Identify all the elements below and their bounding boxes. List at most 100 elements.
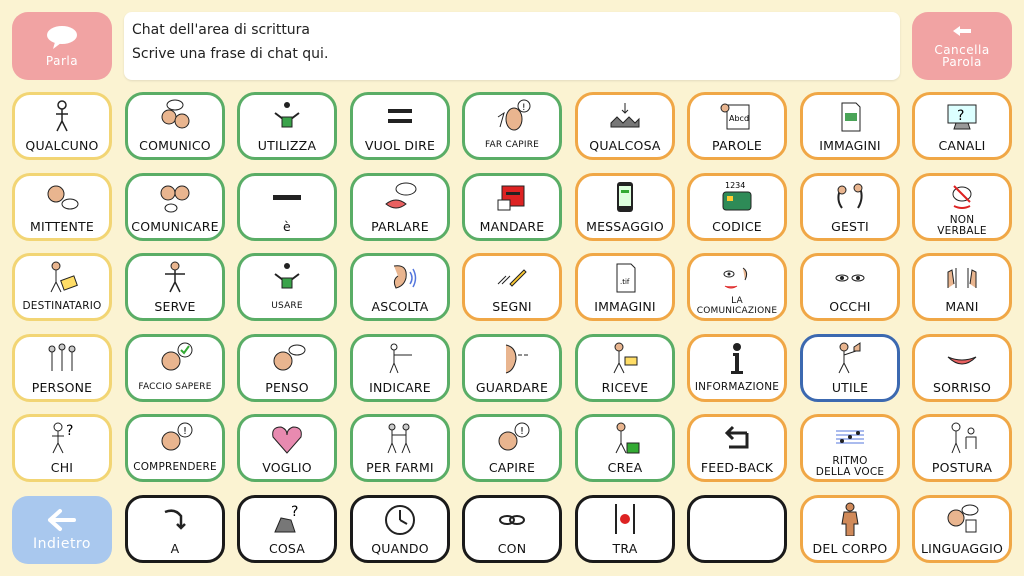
symbol-label: PERSONE bbox=[31, 379, 93, 395]
symbol-button[interactable]: POSTURA bbox=[912, 414, 1012, 482]
thumbs-up-icon bbox=[810, 341, 890, 375]
between-icon bbox=[585, 502, 665, 536]
speak-button-label: Parla bbox=[45, 54, 79, 68]
clear-word-button[interactable]: Cancella Parola bbox=[912, 12, 1012, 80]
tif-file-icon: .tif bbox=[585, 260, 665, 294]
symbol-button[interactable]: CREA bbox=[575, 414, 675, 482]
symbol-button[interactable]: LINGUAGGIO bbox=[912, 495, 1012, 563]
symbol-button[interactable]: è bbox=[237, 173, 337, 241]
symbol-button[interactable]: USARE bbox=[237, 253, 337, 321]
symbol-label: CON bbox=[497, 540, 527, 556]
symbol-button[interactable]: OCCHI bbox=[800, 253, 900, 321]
face-look-icon bbox=[472, 341, 552, 375]
symbol-label: RICEVE bbox=[601, 379, 649, 395]
symbol-label: DESTINATARIO bbox=[22, 299, 102, 312]
symbol-button[interactable]: ? CANALI bbox=[912, 92, 1012, 160]
chat-input-area[interactable]: Chat dell'area di scrittura Scrive una f… bbox=[124, 12, 900, 80]
symbol-label: FAR CAPIRE bbox=[484, 140, 540, 150]
equals-icon bbox=[360, 99, 440, 133]
symbol-button[interactable]: VOGLIO bbox=[237, 414, 337, 482]
symbol-button[interactable]: SERVE bbox=[125, 253, 225, 321]
svg-text:Abcd: Abcd bbox=[729, 114, 749, 123]
symbol-button[interactable]: GESTI bbox=[800, 173, 900, 241]
symbol-button[interactable]: PER FARMI bbox=[350, 414, 450, 482]
symbol-label bbox=[690, 535, 784, 560]
symbol-label: PAROLE bbox=[712, 137, 762, 153]
symbol-label: GUARDARE bbox=[475, 379, 549, 395]
symbol-button[interactable]: INDICARE bbox=[350, 334, 450, 402]
symbol-button[interactable]: MESSAGGIO bbox=[575, 173, 675, 241]
symbol-button[interactable]: ? COSA bbox=[237, 495, 337, 563]
symbol-button[interactable]: FACCIO SAPERE bbox=[125, 334, 225, 402]
chat-line-1: Chat dell'area di scrittura bbox=[132, 22, 311, 38]
symbol-button[interactable]: PERSONE bbox=[12, 334, 112, 402]
thing-question-icon: ? bbox=[247, 502, 327, 536]
symbol-label: PER FARMI bbox=[366, 459, 434, 475]
symbol-button[interactable]: ? CHI bbox=[12, 414, 112, 482]
svg-text:?: ? bbox=[66, 423, 73, 439]
symbol-button[interactable]: A bbox=[125, 495, 225, 563]
clock-icon bbox=[360, 502, 440, 536]
reader-icon bbox=[22, 260, 102, 294]
symbol-button[interactable]: UTILIZZA bbox=[237, 92, 337, 160]
symbol-button[interactable]: MANDARE bbox=[462, 173, 562, 241]
symbol-button[interactable]: MITTENTE bbox=[12, 173, 112, 241]
phone-message-icon bbox=[585, 180, 665, 214]
speak-button[interactable]: Parla bbox=[12, 12, 112, 80]
symbol-button[interactable]: UTILE bbox=[800, 334, 900, 402]
symbol-label: MANDARE bbox=[479, 218, 545, 234]
symbol-label: INDICARE bbox=[369, 379, 431, 395]
symbol-button[interactable]: VUOL DIRE bbox=[350, 92, 450, 160]
symbol-button[interactable]: QUALCUNO bbox=[12, 92, 112, 160]
pencil-marks-icon bbox=[472, 260, 552, 294]
symbol-button[interactable]: Abcd PAROLE bbox=[687, 92, 787, 160]
symbol-button[interactable]: FEED-BACK bbox=[687, 414, 787, 482]
symbol-button[interactable]: GUARDARE bbox=[462, 334, 562, 402]
abcd-card-icon: Abcd bbox=[697, 99, 777, 133]
symbol-button[interactable]: ! FAR CAPIRE bbox=[462, 92, 562, 160]
symbol-button[interactable]: TRA bbox=[575, 495, 675, 563]
symbol-button[interactable]: LA COMUNICAZIONE bbox=[687, 253, 787, 321]
symbol-label: UTILIZZA bbox=[257, 137, 317, 153]
symbol-button[interactable]: 1234 CODICE bbox=[687, 173, 787, 241]
symbol-button[interactable]: QUANDO bbox=[350, 495, 450, 563]
symbol-button[interactable]: SEGNI bbox=[462, 253, 562, 321]
symbol-label: IMMAGINI bbox=[594, 298, 656, 314]
symbol-label: NON VERBALE bbox=[937, 214, 987, 237]
symbol-button[interactable]: DESTINATARIO bbox=[12, 253, 112, 321]
heart-icon bbox=[247, 421, 327, 455]
symbol-button[interactable]: NON VERBALE bbox=[912, 173, 1012, 241]
symbol-button[interactable]: INFORMAZIONE bbox=[687, 334, 787, 402]
symbol-label: DEL CORPO bbox=[812, 540, 888, 556]
symbol-button[interactable]: COMUNICARE bbox=[125, 173, 225, 241]
symbol-button[interactable]: MANI bbox=[912, 253, 1012, 321]
symbol-label: VUOL DIRE bbox=[364, 137, 436, 153]
symbol-button[interactable]: PARLARE bbox=[350, 173, 450, 241]
symbol-button[interactable]: RITMO DELLA VOCE bbox=[800, 414, 900, 482]
symbol-button[interactable]: ! COMPRENDERE bbox=[125, 414, 225, 482]
gesture-hands-icon bbox=[810, 180, 890, 214]
symbol-button[interactable]: PENSO bbox=[237, 334, 337, 402]
symbol-button[interactable]: ASCOLTA bbox=[350, 253, 450, 321]
symbol-button[interactable]: COMUNICO bbox=[125, 92, 225, 160]
symbol-button[interactable]: SORRISO bbox=[912, 334, 1012, 402]
symbol-label: CAPIRE bbox=[488, 459, 536, 475]
symbol-button[interactable]: DEL CORPO bbox=[800, 495, 900, 563]
symbol-button[interactable] bbox=[687, 495, 787, 563]
symbol-label: CREA bbox=[607, 459, 643, 475]
symbol-button[interactable]: .tif IMMAGINI bbox=[575, 253, 675, 321]
symbol-button[interactable]: QUALCOSA bbox=[575, 92, 675, 160]
back-button[interactable]: Indietro bbox=[12, 496, 112, 564]
symbol-label: INFORMAZIONE bbox=[694, 380, 780, 393]
symbol-button[interactable]: CON bbox=[462, 495, 562, 563]
person-question-icon: ? bbox=[22, 421, 102, 455]
symbol-button[interactable]: IMMAGINI bbox=[800, 92, 900, 160]
backspace-arrow-icon bbox=[953, 26, 971, 36]
symbol-button[interactable]: RICEVE bbox=[575, 334, 675, 402]
symbol-button[interactable]: ! CAPIRE bbox=[462, 414, 562, 482]
back-button-label: Indietro bbox=[33, 536, 91, 552]
symbol-label: CANALI bbox=[938, 137, 986, 153]
back-arrow-icon bbox=[48, 509, 76, 531]
link-icon bbox=[472, 502, 552, 536]
symbol-label: LA COMUNICAZIONE bbox=[696, 296, 778, 316]
